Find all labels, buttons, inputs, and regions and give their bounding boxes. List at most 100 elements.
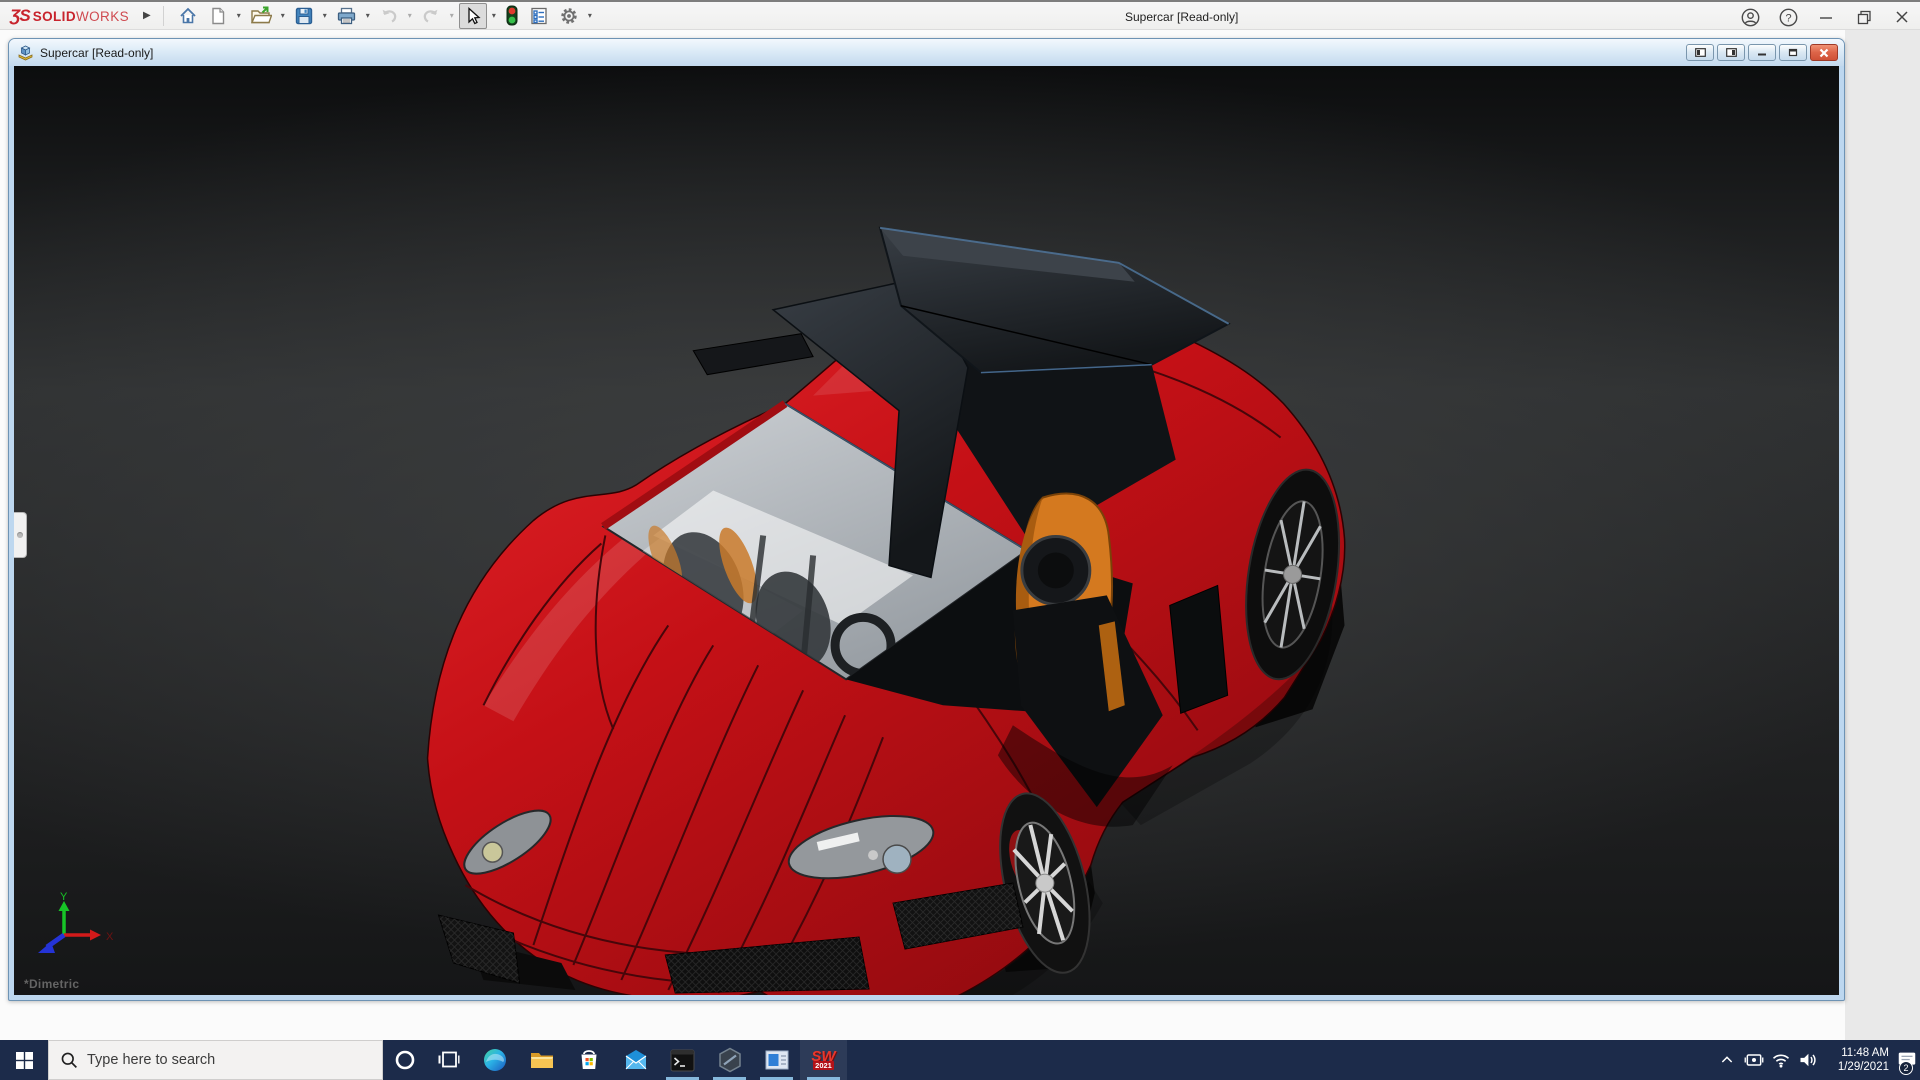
close-button[interactable] — [1892, 7, 1912, 27]
taskbar-app-solidworks[interactable]: SW 2021 — [800, 1040, 847, 1080]
taskbar-app-mail[interactable] — [612, 1040, 659, 1080]
wifi-icon — [1771, 1050, 1791, 1070]
side-intake[interactable] — [1170, 585, 1228, 713]
command-prompt-icon — [670, 1048, 695, 1073]
home-button[interactable] — [174, 3, 202, 29]
view-orientation-label: *Dimetric — [24, 977, 79, 991]
undo-button[interactable] — [375, 3, 403, 29]
volume-icon — [1798, 1050, 1818, 1070]
document-title: Supercar [Read-only] — [40, 46, 1686, 60]
open-button[interactable] — [246, 3, 276, 29]
mdi-background — [1845, 30, 1920, 1040]
document-titlebar[interactable]: Supercar [Read-only] — [9, 39, 1844, 66]
document-restore-icon — [1788, 48, 1798, 57]
undo-icon — [379, 6, 399, 26]
car-model-render[interactable] — [14, 66, 1839, 995]
clock-date: 1/29/2021 — [1838, 1060, 1889, 1074]
restore-button[interactable] — [1854, 7, 1874, 27]
file-properties-icon — [529, 6, 549, 26]
cowl-vent[interactable] — [693, 334, 813, 375]
edge-icon — [482, 1047, 508, 1073]
new-document-button[interactable] — [204, 3, 232, 29]
document-window: Supercar [Read-only] — [8, 38, 1845, 1001]
search-icon — [60, 1051, 78, 1069]
select-cursor-icon — [463, 6, 483, 26]
save-dropdown[interactable]: ▾ — [320, 11, 330, 20]
taskbar-app-file-explorer[interactable] — [518, 1040, 565, 1080]
taskbar-app-hex-tool[interactable] — [706, 1040, 753, 1080]
save-icon — [294, 6, 314, 26]
open-dropdown[interactable]: ▾ — [278, 11, 288, 20]
taskbar-app-edge[interactable] — [471, 1040, 518, 1080]
tray-wifi-button[interactable] — [1767, 1040, 1794, 1080]
rebuild-button[interactable] — [501, 2, 523, 29]
notification-count-badge: 2 — [1899, 1061, 1913, 1075]
taskbar-app-window-tool[interactable] — [753, 1040, 800, 1080]
restore-icon — [1857, 10, 1872, 25]
rebuild-traffic-light-icon — [505, 5, 519, 26]
taskbar-clock[interactable]: 11:48 AM 1/29/2021 — [1821, 1040, 1893, 1080]
account-button[interactable] — [1740, 7, 1760, 27]
orientation-triad[interactable]: Y X — [30, 889, 122, 967]
new-document-icon — [208, 6, 228, 26]
taskbar-app-command-prompt[interactable] — [659, 1040, 706, 1080]
tray-overflow-button[interactable] — [1713, 1040, 1740, 1080]
search-input[interactable] — [87, 1052, 347, 1068]
new-document-dropdown[interactable]: ▾ — [234, 11, 244, 20]
start-button[interactable] — [0, 1040, 48, 1080]
window-app-icon — [764, 1047, 790, 1073]
save-button[interactable] — [290, 3, 318, 29]
redo-button[interactable] — [417, 3, 445, 29]
svg-text:?: ? — [1785, 12, 1791, 24]
pane-left-toggle-button[interactable] — [1686, 44, 1714, 61]
quick-access-toolbar: ▾ ▾ ▾ ▾ ▾ ▾ ▾ ▾ — [174, 2, 595, 29]
solidworks-logo: ƷS SOLID WORKS — [10, 6, 129, 26]
chevron-up-icon — [1719, 1052, 1735, 1068]
print-icon — [336, 6, 357, 26]
account-icon — [1741, 8, 1760, 27]
action-center-button[interactable]: 2 — [1893, 1040, 1920, 1080]
menu-expand-arrow-icon[interactable]: ▶ — [143, 10, 151, 21]
part-file-icon — [17, 44, 34, 61]
close-icon — [1895, 10, 1909, 24]
file-properties-button[interactable] — [525, 3, 553, 29]
taskbar-search[interactable] — [48, 1040, 383, 1080]
system-tray: 11:48 AM 1/29/2021 2 — [1713, 1040, 1920, 1080]
tray-display-connect-button[interactable] — [1740, 1040, 1767, 1080]
redo-icon — [421, 6, 441, 26]
home-icon — [178, 6, 198, 26]
document-minimize-button[interactable] — [1748, 44, 1776, 61]
solidworks-app-year-badge: 2021 — [813, 1061, 834, 1070]
taskbar-app-store[interactable] — [565, 1040, 612, 1080]
store-icon — [576, 1047, 602, 1073]
taskbar: SW 2021 11:48 AM 1/29/2021 2 — [0, 1040, 1920, 1080]
toolbar-separator — [163, 6, 164, 26]
undo-dropdown[interactable]: ▾ — [405, 11, 415, 20]
x-axis-label: X — [106, 931, 114, 943]
clock-time: 11:48 AM — [1841, 1046, 1889, 1060]
options-button[interactable] — [555, 3, 583, 29]
solidworks-logo-light: WORKS — [76, 9, 129, 24]
pane-splitter-handle[interactable] — [14, 512, 27, 558]
task-view-button[interactable] — [427, 1040, 471, 1080]
open-folder-icon — [250, 6, 272, 26]
document-restore-button[interactable] — [1779, 44, 1807, 61]
app-title: Supercar [Read-only] — [1125, 10, 1238, 24]
graphics-viewport[interactable]: Y X *Dimetric — [14, 66, 1839, 995]
document-close-button[interactable] — [1810, 44, 1838, 61]
pane-right-icon — [1726, 48, 1737, 57]
display-connect-icon — [1744, 1050, 1764, 1070]
minimize-button[interactable] — [1816, 7, 1836, 27]
cortana-button[interactable] — [383, 1040, 427, 1080]
options-dropdown[interactable]: ▾ — [585, 11, 595, 20]
help-button[interactable]: ? — [1778, 7, 1798, 27]
tray-volume-button[interactable] — [1794, 1040, 1821, 1080]
redo-dropdown[interactable]: ▾ — [447, 11, 457, 20]
help-icon: ? — [1779, 8, 1798, 27]
print-dropdown[interactable]: ▾ — [363, 11, 373, 20]
print-button[interactable] — [332, 3, 361, 29]
select-dropdown[interactable]: ▾ — [489, 11, 499, 20]
select-tool-button[interactable] — [459, 3, 487, 29]
task-view-icon — [437, 1048, 461, 1072]
pane-right-toggle-button[interactable] — [1717, 44, 1745, 61]
